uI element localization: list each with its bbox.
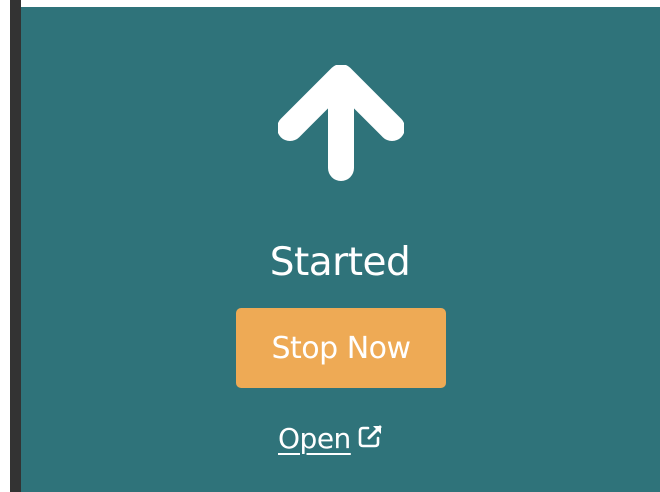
external-link-icon bbox=[357, 423, 383, 449]
open-link[interactable]: Open bbox=[278, 418, 383, 458]
status-text: Started bbox=[269, 240, 411, 285]
open-link-label: Open bbox=[278, 421, 351, 455]
stop-now-button[interactable]: Stop Now bbox=[236, 308, 446, 388]
arrow-up-icon bbox=[278, 65, 404, 182]
